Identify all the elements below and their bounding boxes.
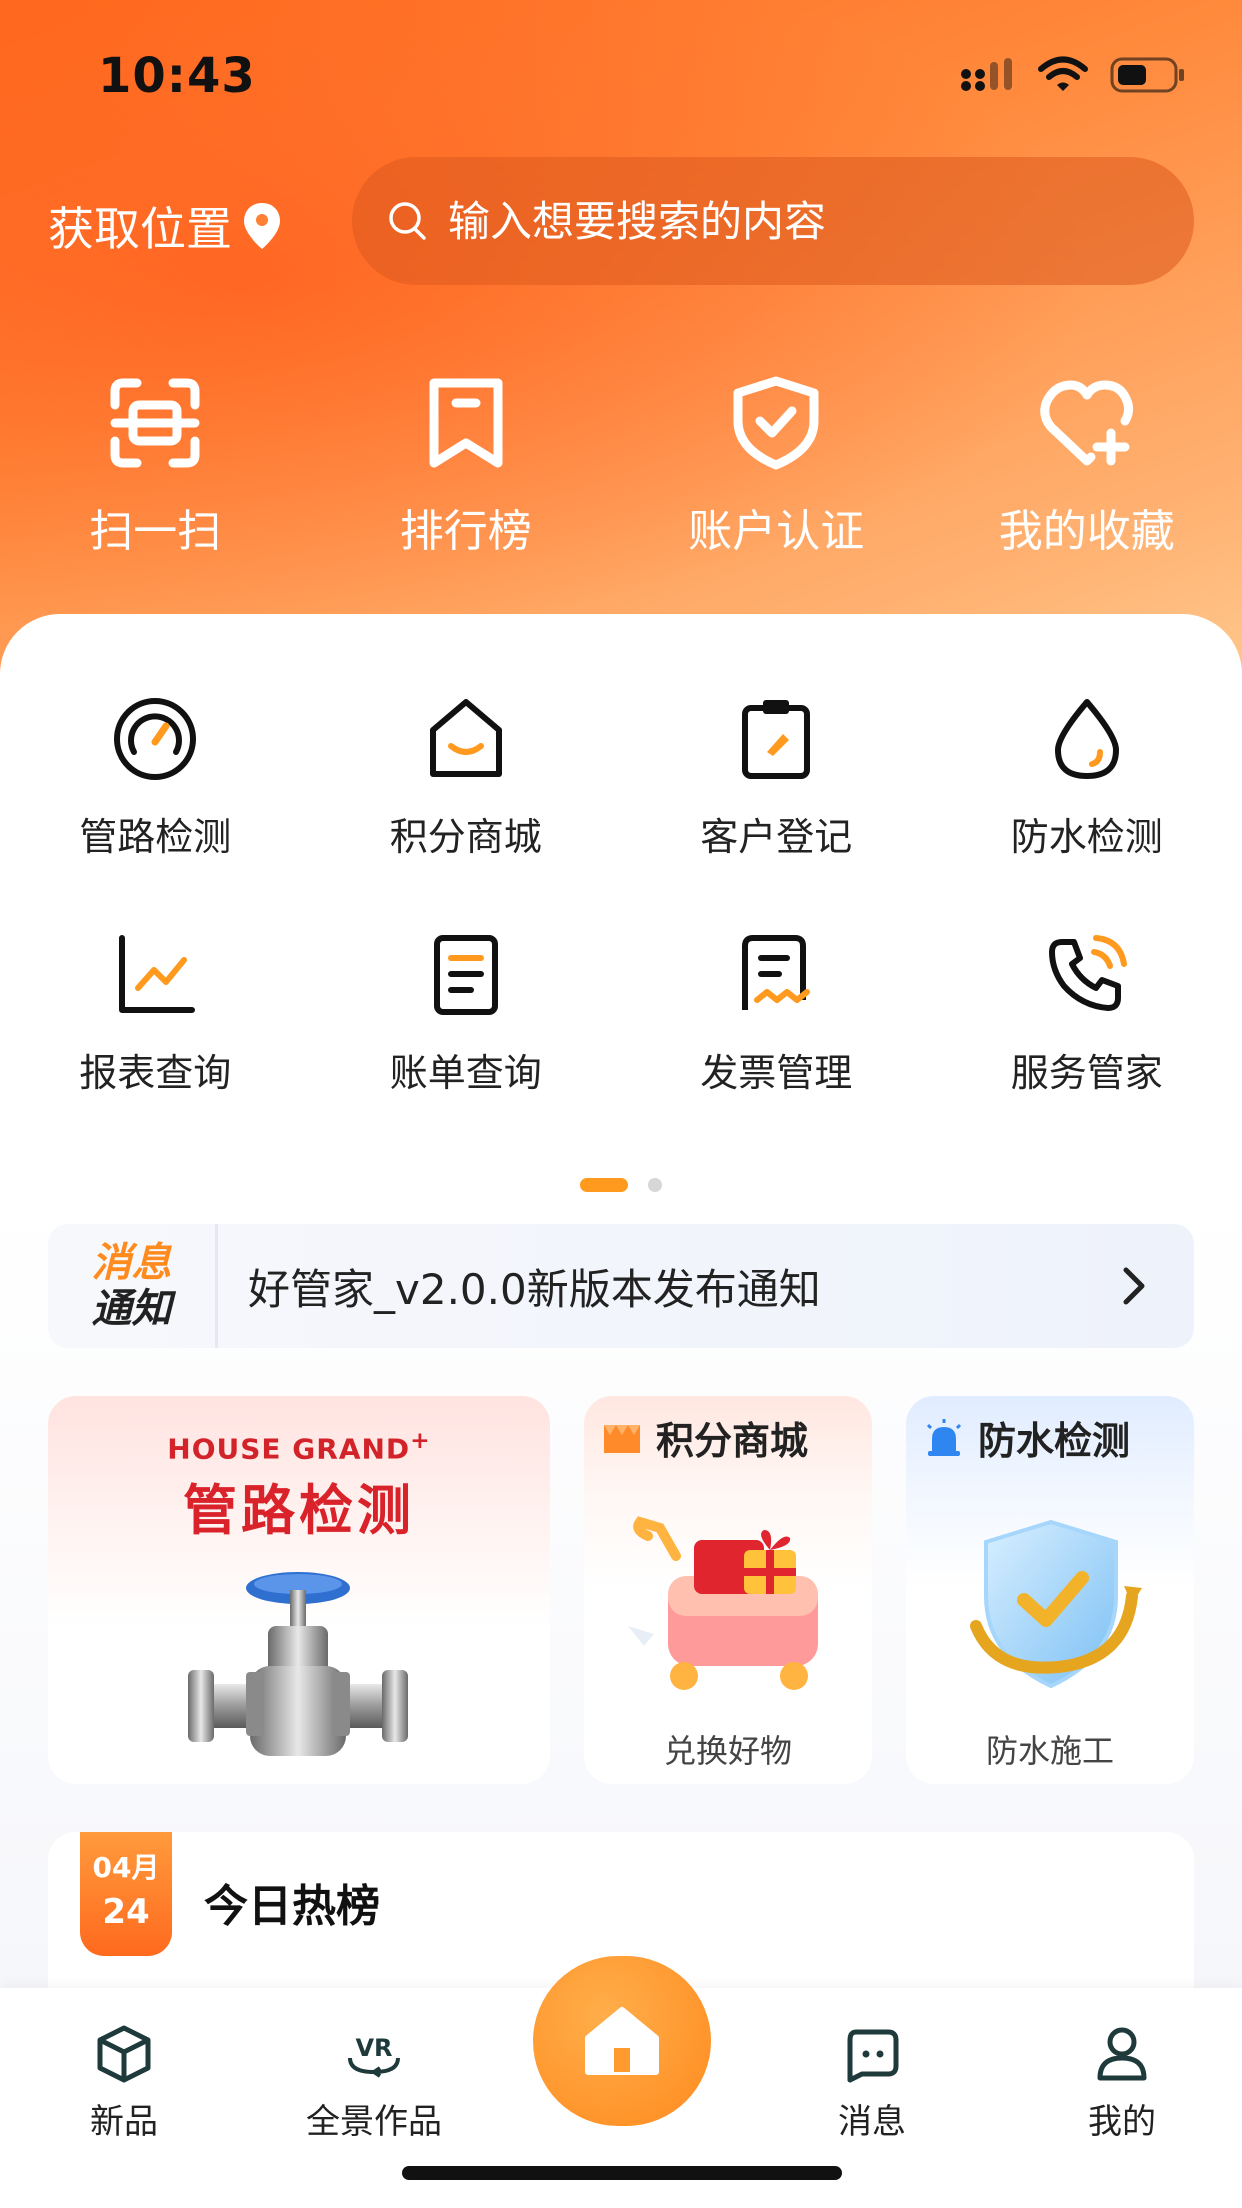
grid-points-mall-label: 积分商城 <box>389 815 542 859</box>
home-indicator <box>402 2166 842 2180</box>
top-bar: 获取位置 <box>0 155 1242 285</box>
notice-tag-line1: 消息 <box>91 1240 172 1286</box>
grid-invoice-manage[interactable]: 发票管理 <box>621 930 932 1166</box>
shield-illustration <box>970 1519 1142 1689</box>
gauge-icon <box>114 698 197 780</box>
quick-scan-label: 扫一扫 <box>89 506 222 557</box>
grid-bill-query-label: 账单查询 <box>389 1051 542 1095</box>
page-dot[interactable] <box>648 1178 662 1192</box>
date-day: 24 <box>102 1892 150 1932</box>
tab-vr-label: 全景作品 <box>306 2102 442 2142</box>
gift-cart-illustration <box>628 1516 818 1690</box>
date-month: 04月 <box>92 1851 160 1884</box>
grid-points-mall[interactable]: 积分商城 <box>311 694 622 930</box>
scan-icon <box>110 378 200 468</box>
line-chart-icon <box>119 935 196 1013</box>
notice-tag: 消息 通知 <box>48 1224 218 1348</box>
grid-pipe-detect[interactable]: 管路检测 <box>0 694 311 930</box>
tab-message[interactable]: 消息 <box>792 2024 952 2143</box>
search-icon <box>389 202 426 240</box>
promo-waterproof[interactable]: 防水检测 防水施工 <box>906 1396 1194 1784</box>
alarm-light-icon <box>926 1418 962 1456</box>
tab-message-label: 消息 <box>838 2102 906 2142</box>
chevron-right-icon <box>1123 1267 1145 1305</box>
grid-service-butler-label: 服务管家 <box>1010 1051 1163 1095</box>
grid-waterproof-detect[interactable]: 防水检测 <box>932 694 1242 930</box>
notice-text: 好管家_v2.0.0新版本发布通知 <box>248 1264 821 1314</box>
main-card: 管路检测 积分商城 客户登记 防水检测 报表查询 账单查询 发票管理 服务管家 … <box>0 614 1242 2074</box>
store-icon <box>604 1424 640 1453</box>
page-indicator <box>0 1178 1242 1192</box>
promo-waterproof-caption: 防水施工 <box>985 1732 1114 1770</box>
search-input[interactable] <box>448 196 1148 246</box>
service-grid: 管路检测 积分商城 客户登记 防水检测 报表查询 账单查询 发票管理 服务管家 <box>0 694 1242 1166</box>
valve-illustration <box>188 1572 408 1756</box>
cellular-signal-icon <box>961 58 1012 91</box>
quick-account-verify-label: 账户认证 <box>688 506 865 557</box>
tab-new-label: 新品 <box>90 2102 158 2142</box>
document-icon <box>433 935 498 1015</box>
grid-bill-query[interactable]: 账单查询 <box>311 930 622 1166</box>
cube-icon <box>97 2025 151 2083</box>
grid-report-query[interactable]: 报表查询 <box>0 930 311 1166</box>
promo-waterproof-title: 防水检测 <box>978 1419 1131 1463</box>
message-icon <box>847 2029 899 2083</box>
promo-points-mall[interactable]: 积分商城 兑换好物 <box>584 1396 872 1784</box>
quick-favorites-label: 我的收藏 <box>998 506 1175 557</box>
tab-mine-label: 我的 <box>1088 2102 1156 2142</box>
promo-brand: HOUSE GRAND+ <box>48 1426 550 1465</box>
status-time: 10:43 <box>98 48 256 104</box>
grid-customer-register-label: 客户登记 <box>700 815 853 859</box>
location-label: 获取位置 <box>48 202 232 256</box>
grid-pipe-detect-label: 管路检测 <box>79 815 232 859</box>
grid-invoice-manage-label: 发票管理 <box>700 1051 853 1095</box>
tab-vr[interactable]: VR 全景作品 <box>294 2024 454 2143</box>
notice-tag-line2: 通知 <box>91 1286 172 1332</box>
grid-waterproof-detect-label: 防水检测 <box>1010 815 1163 859</box>
receipt-icon <box>742 935 811 1010</box>
shop-house-icon <box>429 699 502 777</box>
grid-customer-register[interactable]: 客户登记 <box>621 694 932 930</box>
tab-home-button[interactable] <box>533 1956 711 2126</box>
heart-plus-icon <box>1040 380 1133 466</box>
promo-waterproof-header: 防水检测 <box>924 1410 1130 1465</box>
clipboard-edit-icon <box>742 700 811 779</box>
vr-icon: VR <box>348 2034 400 2078</box>
status-bar: 10:43 <box>0 0 1242 150</box>
phone-call-icon <box>1048 935 1127 1011</box>
quick-ranking[interactable]: 排行榜 <box>311 375 622 565</box>
grid-service-butler[interactable]: 服务管家 <box>932 930 1242 1166</box>
quick-account-verify[interactable]: 账户认证 <box>621 375 932 565</box>
user-icon <box>1097 2027 1147 2081</box>
location-button[interactable]: 获取位置 <box>48 193 282 259</box>
promo-pipe-detect[interactable]: HOUSE GRAND+ 管路检测 <box>48 1396 550 1784</box>
quick-ranking-label: 排行榜 <box>399 506 532 557</box>
shield-check-icon <box>733 376 819 470</box>
promo-points-header: 积分商城 <box>602 1410 808 1465</box>
grid-report-query-label: 报表查询 <box>79 1051 232 1095</box>
notice-bar[interactable]: 消息 通知 好管家_v2.0.0新版本发布通知 <box>48 1224 1194 1348</box>
tab-mine[interactable]: 我的 <box>1042 2024 1202 2143</box>
wifi-icon <box>1038 56 1088 91</box>
location-pin-icon <box>244 203 280 249</box>
promo-brand-text: HOUSE GRAND <box>167 1432 411 1466</box>
page-dot-active[interactable] <box>580 1178 628 1192</box>
search-bar[interactable] <box>352 157 1194 285</box>
promo-brand-sup: + <box>410 1426 431 1454</box>
home-icon <box>585 2007 659 2075</box>
promo-points-caption: 兑换好物 <box>663 1732 792 1770</box>
quick-scan[interactable]: 扫一扫 <box>0 375 311 565</box>
quick-favorites[interactable]: 我的收藏 <box>932 375 1242 565</box>
water-drop-icon <box>1054 699 1119 779</box>
quick-actions: 扫一扫 排行榜 账户认证 我的收藏 <box>0 375 1242 565</box>
promo-points-title: 积分商城 <box>656 1419 809 1463</box>
promo-pipe-title: 管路检测 <box>183 1479 415 1542</box>
tab-new[interactable]: 新品 <box>44 2024 204 2143</box>
date-badge: 04月 24 <box>80 1832 172 1956</box>
vr-badge-text: VR <box>355 2034 392 2062</box>
bookmark-icon <box>429 378 503 468</box>
battery-icon <box>1110 57 1184 93</box>
hot-list-title: 今日热榜 <box>204 1881 380 1932</box>
